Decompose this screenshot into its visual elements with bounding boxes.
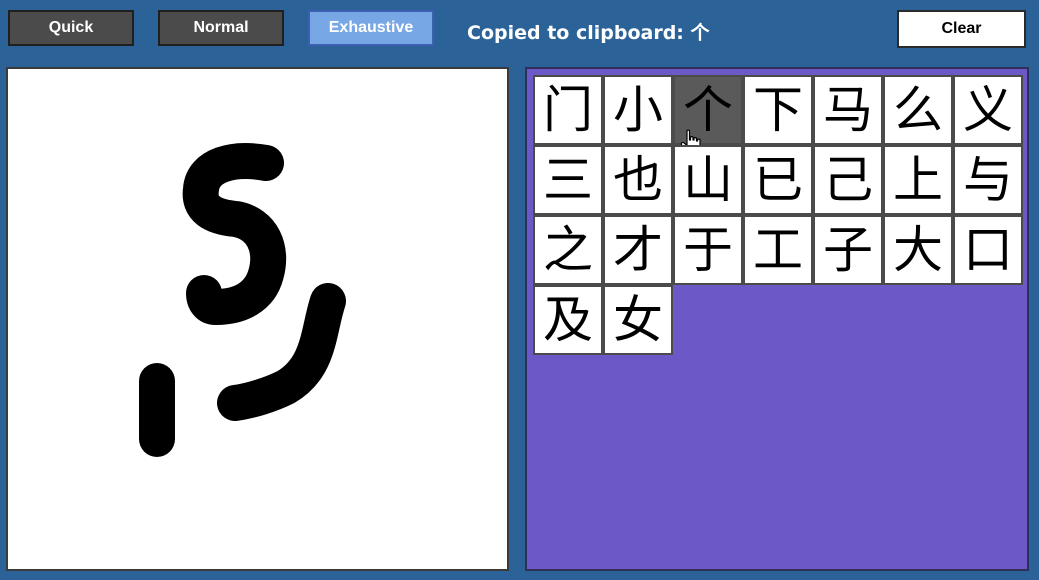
- candidate-character-cell[interactable]: 门: [533, 75, 603, 145]
- handwriting-strokes: [139, 143, 346, 457]
- candidate-character-cell[interactable]: 个: [673, 75, 743, 154]
- candidate-character-cell[interactable]: 下: [743, 75, 813, 145]
- results-panel: 门小个下马么义三也山已己上与之才于工子大口及女: [525, 67, 1029, 571]
- candidate-character-cell[interactable]: 之: [533, 215, 603, 285]
- candidate-character-cell[interactable]: 女: [603, 285, 673, 355]
- candidate-character-cell[interactable]: 小: [603, 75, 673, 145]
- candidate-character-cell[interactable]: 才: [603, 215, 673, 285]
- candidate-character-cell[interactable]: 也: [603, 145, 673, 215]
- clipboard-status: Copied to clipboard: 个: [467, 22, 710, 44]
- clear-button[interactable]: Clear: [897, 10, 1026, 48]
- stroke-1: [182, 143, 287, 325]
- normal-mode-button[interactable]: Normal: [158, 10, 284, 46]
- character-grid: 门小个下马么义三也山已己上与之才于工子大口及女: [533, 75, 1023, 355]
- candidate-character-cell[interactable]: 马: [813, 75, 883, 145]
- candidate-character-cell[interactable]: 工: [743, 215, 813, 285]
- candidate-character-cell[interactable]: 上: [883, 145, 953, 215]
- exhaustive-mode-button[interactable]: Exhaustive: [308, 10, 434, 46]
- candidate-character-cell[interactable]: 与: [953, 145, 1023, 215]
- candidate-character-cell[interactable]: 于: [673, 215, 743, 285]
- candidate-character-cell[interactable]: 己: [813, 145, 883, 215]
- quick-mode-button[interactable]: Quick: [8, 10, 134, 46]
- candidate-character-cell[interactable]: 三: [533, 145, 603, 215]
- drawing-canvas[interactable]: [6, 67, 509, 571]
- candidate-character-cell[interactable]: 已: [743, 145, 813, 215]
- candidate-character-cell[interactable]: 大: [883, 215, 953, 285]
- candidate-character-cell[interactable]: 口: [953, 215, 1023, 285]
- candidate-character-cell[interactable]: 义: [953, 75, 1023, 145]
- candidate-character-cell[interactable]: 及: [533, 285, 603, 355]
- candidate-character-cell[interactable]: 山: [673, 145, 743, 215]
- candidate-character-cell[interactable]: 子: [813, 215, 883, 285]
- candidate-character-cell[interactable]: 么: [883, 75, 953, 145]
